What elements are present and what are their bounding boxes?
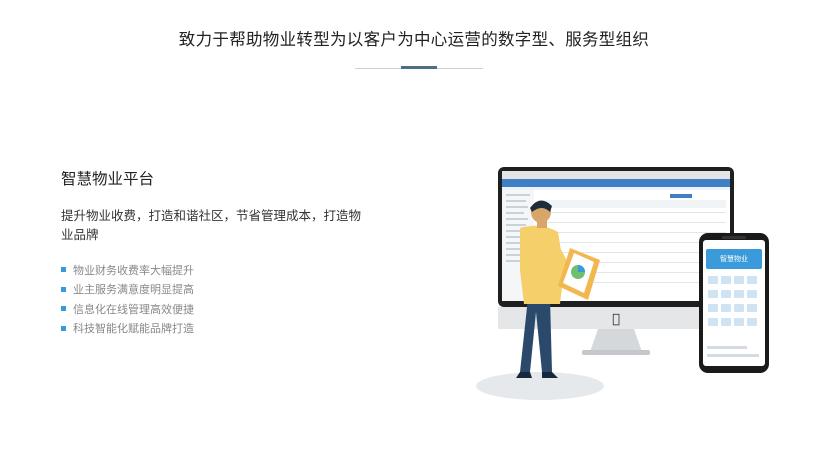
square-bullet-icon: [61, 325, 66, 331]
feature-item: 物业财务收费率大幅提升: [61, 260, 194, 280]
feature-item: 科技智能化赋能品牌打造: [61, 319, 194, 339]
floor-shadow: [476, 372, 604, 400]
svg-text:: : [612, 312, 620, 327]
square-bullet-icon: [61, 306, 66, 312]
phone-banner-text: 智慧物业: [720, 254, 748, 263]
feature-item: 信息化在线管理高效便捷: [61, 299, 194, 319]
square-bullet-icon: [61, 267, 66, 273]
page-headline: 致力于帮助物业转型为以客户为中心运营的数字型、服务型组织: [178, 30, 650, 49]
feature-label: 信息化在线管理高效便捷: [73, 302, 194, 316]
headline-divider-accent: [401, 66, 437, 69]
feature-label: 业主服务满意度明显提高: [73, 283, 194, 297]
feature-list: 物业财务收费率大幅提升 业主服务满意度明显提高 信息化在线管理高效便捷 科技智能…: [61, 260, 194, 338]
product-title: 智慧物业平台: [61, 170, 155, 188]
mobile-phone: 智慧物业: [699, 233, 769, 373]
product-description: 提升物业收费，打造和谐社区，节省管理成本，打造物业品牌: [61, 208, 362, 242]
product-illustration:  智慧物业: [470, 160, 790, 410]
feature-label: 科技智能化赋能品牌打造: [73, 322, 194, 336]
feature-label: 物业财务收费率大幅提升: [73, 263, 194, 277]
feature-item: 业主服务满意度明显提高: [61, 280, 194, 300]
square-bullet-icon: [61, 286, 66, 292]
illustration-svg:  智慧物业: [476, 167, 769, 400]
